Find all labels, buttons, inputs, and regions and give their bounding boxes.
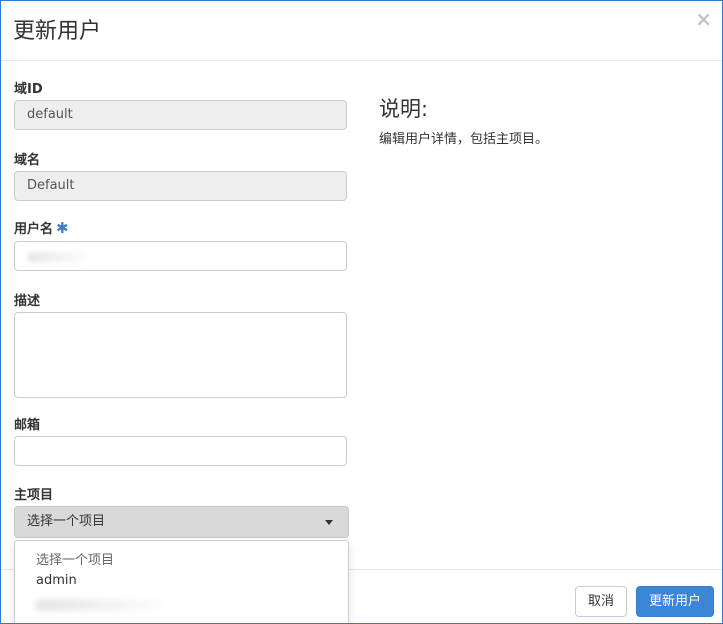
domain-name-field: Default [14,171,347,201]
dialog-title: 更新用户 [13,19,102,44]
username-value-redacted [27,252,87,262]
dialog-header: 更新用户 × [1,1,722,61]
primary-project-dropdown: 选择一个项目 admin [14,540,349,623]
description-textarea[interactable] [14,312,347,398]
email-label: 邮箱 [14,418,41,433]
close-icon[interactable]: × [695,9,712,29]
dropdown-option[interactable]: 选择一个项目 [36,549,114,568]
dropdown-option[interactable]: admin [36,573,77,588]
help-title: 说明: [379,97,429,121]
email-input[interactable] [14,436,347,466]
primary-project-selected: 选择一个项目 [27,514,106,529]
update-user-button[interactable]: 更新用户 [636,586,714,617]
caret-down-icon [325,520,333,525]
username-label-text: 用户名 [14,222,54,237]
help-text: 编辑用户详情，包括主项目。 [379,132,549,147]
username-label: 用户名 ✱ [14,218,69,237]
domain-id-field: default [14,100,347,130]
required-icon: ✱ [56,219,69,237]
update-user-dialog: 更新用户 × 域ID default 域名 Default 用户名 ✱ 描述 邮箱… [0,0,723,624]
username-input[interactable] [14,241,347,271]
primary-project-select[interactable]: 选择一个项目 [14,506,349,538]
description-label: 描述 [14,294,41,309]
cancel-button[interactable]: 取消 [575,586,627,617]
domain-id-label: 域ID [14,82,43,97]
domain-name-label: 域名 [14,153,41,168]
dropdown-option-redacted[interactable] [35,599,165,611]
primary-project-label: 主项目 [14,488,54,503]
